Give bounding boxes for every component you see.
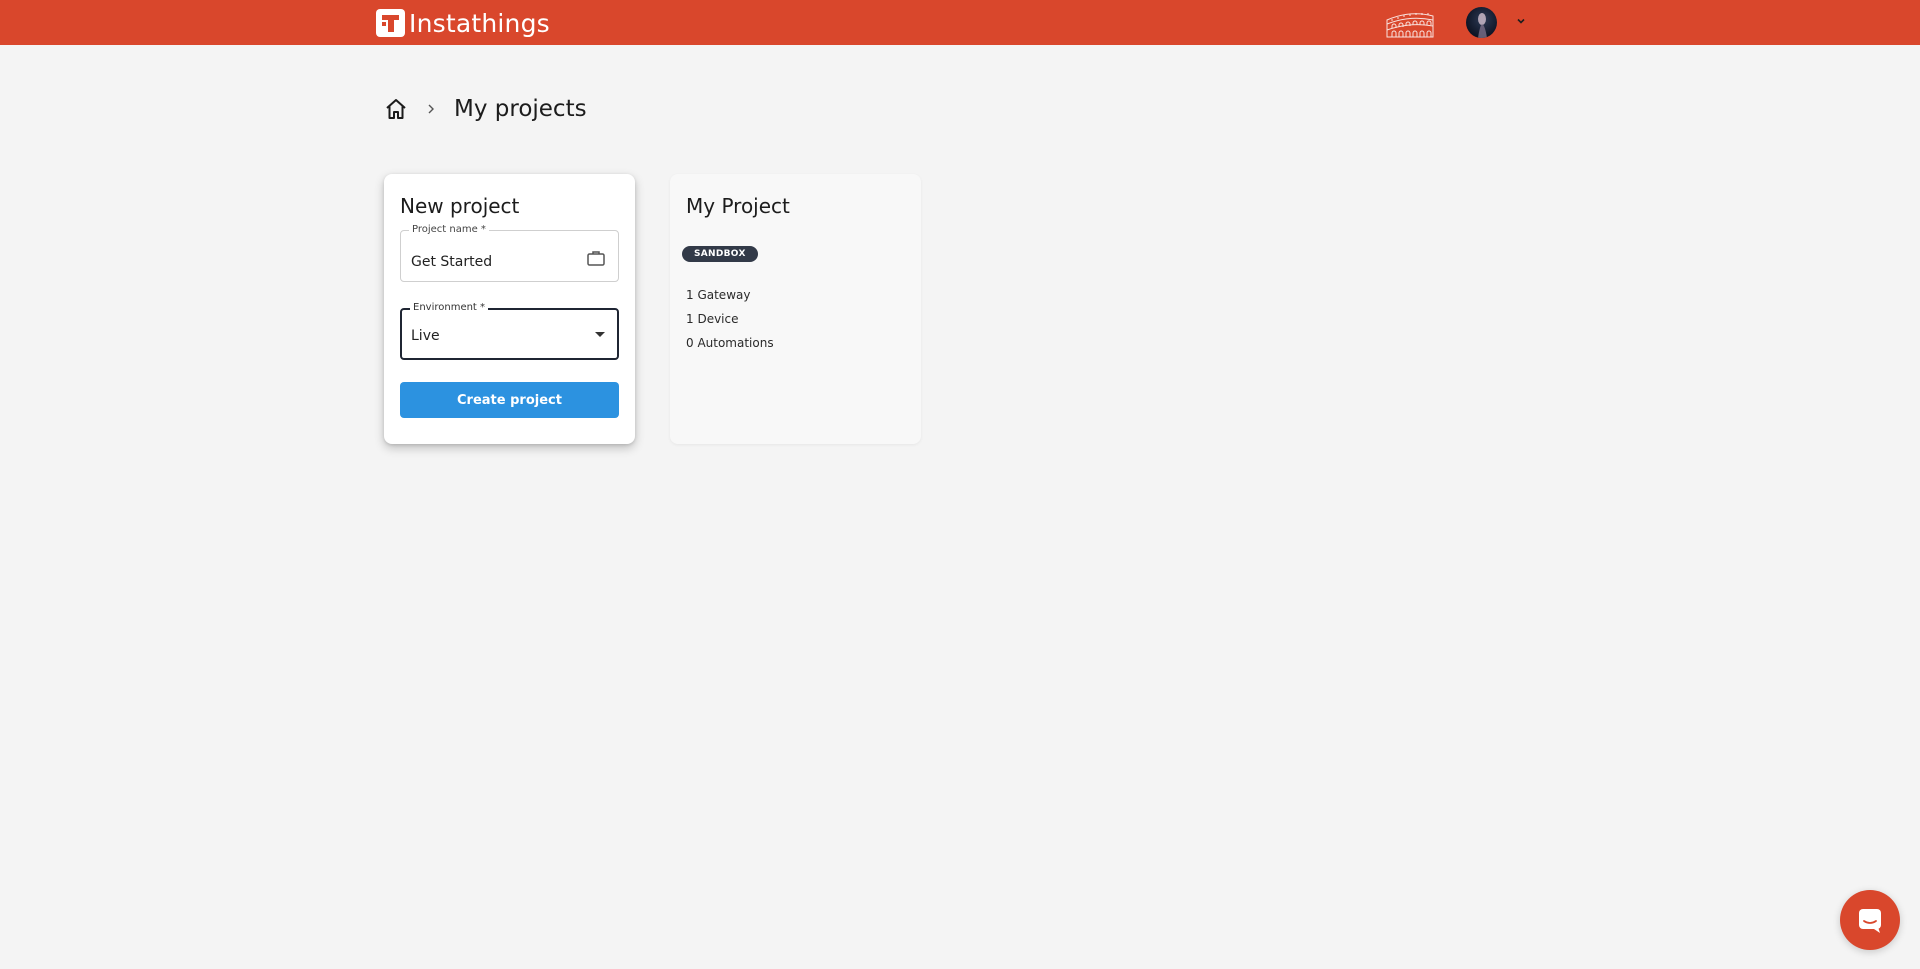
top-app-bar: Instathings (0, 0, 1920, 45)
project-stat-gateways: 1 Gateway (686, 288, 751, 302)
new-project-card: New project Project name * Environment *… (384, 174, 635, 444)
chevron-right-icon (424, 102, 438, 116)
chat-launcher-button[interactable] (1840, 890, 1900, 950)
project-name-field: Project name * (400, 223, 619, 282)
brand-home-link[interactable]: Instathings (376, 8, 550, 38)
environment-label: Environment * (410, 301, 489, 315)
user-avatar[interactable] (1466, 7, 1497, 38)
briefcase-icon (587, 251, 605, 266)
environment-select[interactable]: Environment * Live (400, 301, 619, 360)
instathings-logo-icon (376, 9, 405, 37)
new-project-title: New project (400, 194, 520, 218)
environment-value: Live (411, 328, 440, 344)
create-project-button[interactable]: Create project (400, 382, 619, 418)
colosseum-icon (1386, 13, 1434, 38)
project-card[interactable]: My Project SANDBOX 1 Gateway 1 Device 0 … (670, 174, 921, 444)
page-title: My projects (454, 96, 587, 122)
project-stat-automations: 0 Automations (686, 336, 774, 350)
chat-icon (1859, 909, 1881, 933)
brand-name: Instathings (409, 8, 550, 38)
environment-badge: SANDBOX (682, 246, 758, 262)
home-icon[interactable] (384, 97, 408, 121)
dropdown-arrow-icon (595, 332, 605, 337)
project-title: My Project (686, 194, 790, 218)
breadcrumb: My projects (384, 93, 587, 125)
project-stat-devices: 1 Device (686, 312, 739, 326)
chevron-down-icon[interactable] (1515, 15, 1527, 27)
